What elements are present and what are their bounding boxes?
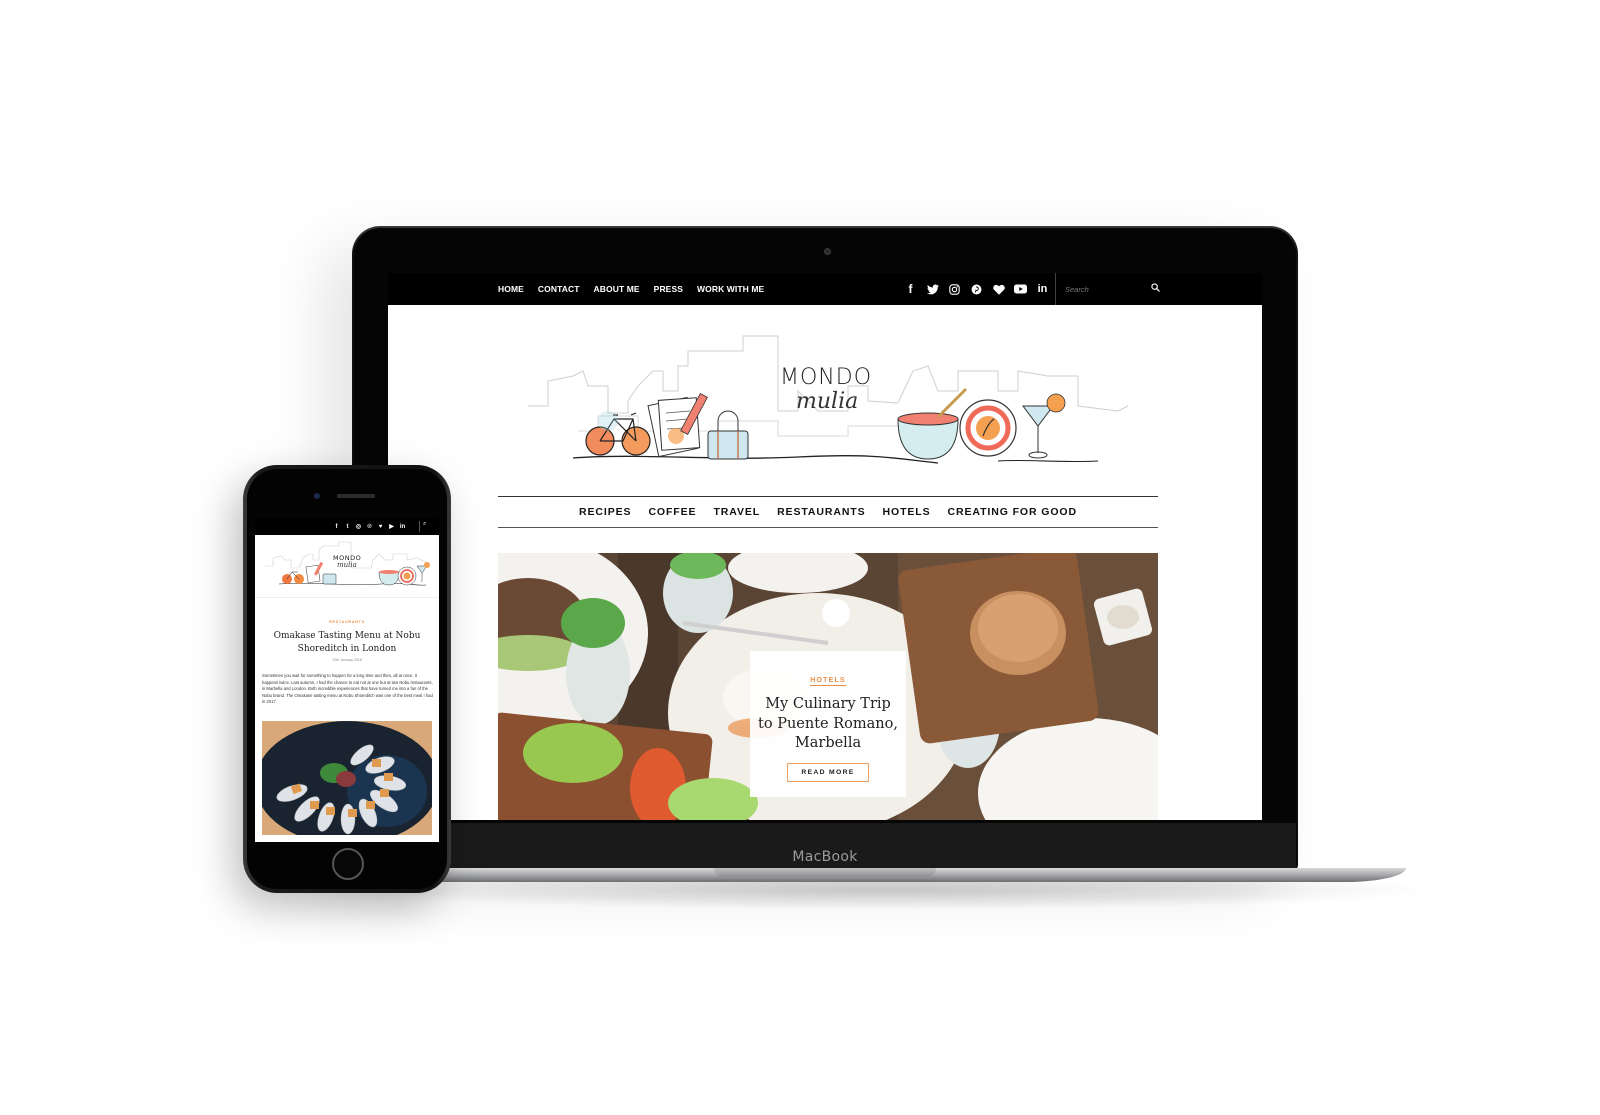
device-mockup-stage: MacBook HOME CONTACT ABOUT ME PRESS WORK… (0, 0, 1600, 1115)
logo-script: mulia (796, 389, 859, 414)
twitter-icon[interactable]: t (344, 524, 351, 530)
category-coffee[interactable]: COFFEE (648, 506, 696, 518)
top-nav-about-me[interactable]: ABOUT ME (594, 284, 640, 294)
mobile-post-category[interactable]: RESTAURANTS (255, 620, 439, 624)
featured-post-card: HOTELS My Culinary Trip to Puente Romano… (750, 651, 906, 797)
laptop-screen: HOME CONTACT ABOUT ME PRESS WORK WITH ME… (388, 273, 1262, 820)
search-icon[interactable] (1151, 283, 1160, 295)
mobile-post-image[interactable] (262, 721, 432, 835)
category-recipes[interactable]: RECIPES (579, 506, 631, 518)
search-input[interactable] (1065, 284, 1143, 294)
featured-post-category[interactable]: HOTELS (810, 677, 846, 686)
instagram-icon[interactable]: ◎ (355, 523, 362, 530)
mobile-social-icons: f t ◎ ℗ ♥ ▶ in (333, 518, 406, 535)
top-nav-contact[interactable]: CONTACT (538, 284, 580, 294)
phone-speaker (337, 494, 375, 498)
read-more-button[interactable]: READ MORE (787, 762, 869, 782)
linkedin-icon[interactable]: in (1036, 283, 1049, 296)
pinterest-icon[interactable] (970, 283, 983, 296)
phone-front-camera (314, 493, 320, 499)
instagram-icon[interactable] (948, 283, 961, 296)
laptop-camera (824, 248, 831, 255)
social-icons: f in (904, 273, 1049, 305)
laptop-brand-label: MacBook (792, 849, 858, 865)
category-nav: RECIPES COFFEE TRAVEL RESTAURANTS HOTELS… (498, 496, 1158, 528)
twitter-icon[interactable] (926, 283, 939, 296)
facebook-icon[interactable]: f (333, 524, 340, 530)
sashimi-photo (262, 721, 432, 835)
top-nav-work-with-me[interactable]: WORK WITH ME (697, 284, 764, 294)
top-nav-home[interactable]: HOME (498, 284, 524, 294)
category-restaurants[interactable]: RESTAURANTS (777, 506, 865, 518)
mobile-header-divider (255, 597, 439, 598)
youtube-icon[interactable]: ▶ (388, 523, 395, 530)
top-nav-press[interactable]: PRESS (654, 284, 683, 294)
search-box (1055, 273, 1160, 305)
bloglovin-heart-icon[interactable] (992, 283, 1005, 296)
phone-screen: f t ◎ ℗ ♥ ▶ in ⌕ MONDO mulia RESTAURANTS… (255, 518, 439, 842)
mobile-search-icon[interactable]: ⌕ (419, 521, 426, 532)
laptop-opening-notch (714, 868, 936, 877)
mobile-top-bar: f t ◎ ℗ ♥ ▶ in ⌕ (255, 518, 439, 535)
top-bar: HOME CONTACT ABOUT ME PRESS WORK WITH ME… (388, 273, 1262, 305)
bloglovin-heart-icon[interactable]: ♥ (377, 524, 384, 530)
site-logo[interactable]: MONDO mulia (518, 331, 1138, 471)
linkedin-icon[interactable]: in (399, 524, 406, 530)
pinterest-icon[interactable]: ℗ (366, 524, 373, 530)
category-creating-for-good[interactable]: CREATING FOR GOOD (948, 506, 1077, 518)
laptop-chin: MacBook (354, 823, 1296, 871)
mobile-post-date: 12th January 2018 (332, 658, 362, 662)
mobile-logo-script: mulia (337, 561, 357, 569)
logo-wordmark: MONDO (780, 365, 873, 390)
youtube-icon[interactable] (1014, 283, 1027, 296)
mobile-post-title[interactable]: Omakase Tasting Menu at Nobu Shoreditch … (265, 630, 429, 655)
featured-post-hero[interactable]: HOTELS My Culinary Trip to Puente Romano… (498, 553, 1158, 820)
phone-home-button[interactable] (332, 848, 364, 880)
category-hotels[interactable]: HOTELS (883, 506, 931, 518)
featured-post-title[interactable]: My Culinary Trip to Puente Romano, Marbe… (750, 695, 906, 754)
category-travel[interactable]: TRAVEL (713, 506, 760, 518)
mobile-post-excerpt: Sometimes you wait for something to happ… (262, 673, 433, 705)
facebook-icon[interactable]: f (904, 283, 917, 296)
top-nav: HOME CONTACT ABOUT ME PRESS WORK WITH ME (498, 273, 764, 305)
